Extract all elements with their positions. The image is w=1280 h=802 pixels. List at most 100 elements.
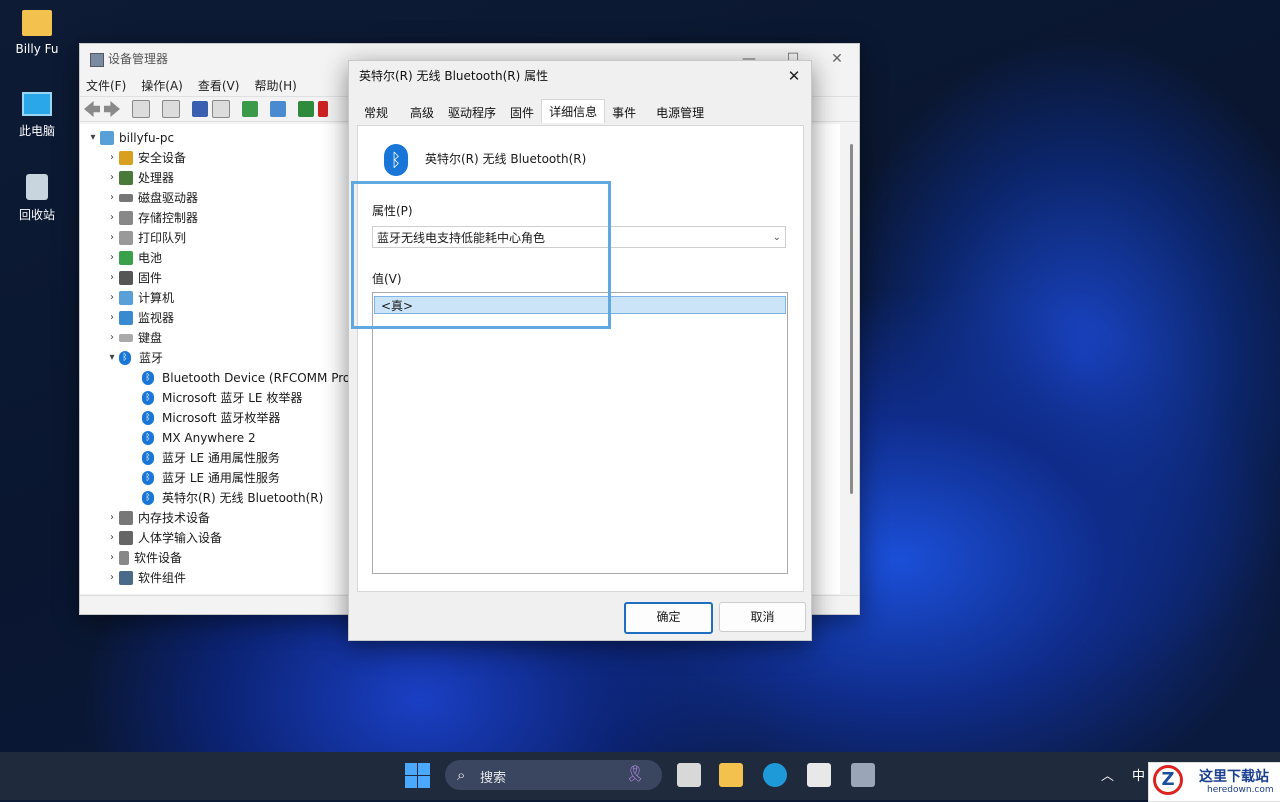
processor-icon (119, 171, 133, 185)
help-icon[interactable] (192, 101, 208, 117)
bluetooth-icon: ᛒ (142, 471, 154, 485)
chevron-right-icon[interactable]: › (105, 228, 119, 248)
tree-category[interactable]: › 软件组件 (105, 568, 186, 588)
tree-device-label: Microsoft 蓝牙 LE 枚举器 (162, 391, 303, 405)
start-windows-icon[interactable] (405, 763, 430, 788)
chevron-right-icon[interactable]: › (105, 188, 119, 208)
recycle-bin-icon (26, 174, 48, 200)
chevron-right-icon[interactable]: › (105, 248, 119, 268)
tree-category[interactable]: › 打印队列 (105, 228, 186, 248)
tree-category[interactable]: › 内存技术设备 (105, 508, 210, 528)
tree-device[interactable]: ᛒ 英特尔(R) 无线 Bluetooth(R) (142, 488, 323, 508)
device-manager-taskbar-icon[interactable] (851, 763, 875, 787)
desktop-icon-label: 回收站 (18, 208, 55, 222)
printer-icon (119, 231, 133, 245)
tree-category[interactable]: › 人体学输入设备 (105, 528, 222, 548)
tab-general[interactable]: 常规 (357, 101, 395, 123)
tree-device-label: 英特尔(R) 无线 Bluetooth(R) (162, 491, 324, 505)
ime-indicator[interactable]: 中 (1132, 765, 1145, 784)
chevron-right-icon[interactable]: › (105, 528, 119, 548)
tree-category[interactable]: › 计算机 (105, 288, 174, 308)
chevron-right-icon[interactable]: › (105, 168, 119, 188)
desktop-icon-user-folder[interactable]: Billy Fu (6, 10, 68, 56)
tree-category[interactable]: › 安全设备 (105, 148, 186, 168)
tab-details[interactable]: 详细信息 (541, 99, 606, 123)
tree-category-label: 蓝牙 (139, 351, 164, 365)
watermark: Z 这里下载站 heredown.com (1148, 762, 1280, 802)
tab-power-management[interactable]: 电源管理 (649, 101, 711, 123)
bluetooth-icon: ᛒ (384, 144, 408, 176)
tree-category[interactable]: › 电池 (105, 248, 162, 268)
uninstall-device-icon[interactable] (318, 101, 328, 117)
chevron-up-icon[interactable]: ︿ (1101, 765, 1114, 784)
tree-device[interactable]: ᛒ Microsoft 蓝牙 LE 枚举器 (142, 388, 302, 408)
monitor-icon (22, 92, 52, 116)
cancel-button[interactable]: 取消 (719, 602, 806, 632)
computer-icon (119, 291, 133, 305)
chevron-right-icon[interactable]: › (105, 208, 119, 228)
enable-device-icon[interactable] (298, 101, 314, 117)
tree-category[interactable]: › 监视器 (105, 308, 174, 328)
menu-help[interactable]: 帮助(H) (254, 77, 296, 94)
details-icon[interactable] (212, 100, 230, 118)
tree-device[interactable]: ᛒ MX Anywhere 2 (142, 428, 256, 448)
tree-device[interactable]: ᛒ 蓝牙 LE 通用属性服务 (142, 468, 280, 488)
tree-category[interactable]: › 软件设备 (105, 548, 182, 568)
tree-device[interactable]: ᛒ Microsoft 蓝牙枚举器 (142, 408, 280, 428)
tree-root[interactable]: ▾ billyfu-pc (86, 128, 174, 148)
microsoft-store-icon[interactable] (807, 763, 831, 787)
tree-category-label: 内存技术设备 (138, 511, 211, 525)
chevron-right-icon[interactable]: › (105, 508, 119, 528)
folder-icon (22, 10, 52, 36)
desktop-icon-this-pc[interactable]: 此电脑 (6, 92, 68, 139)
vertical-scrollbar[interactable] (850, 144, 853, 494)
tab-events[interactable]: 事件 (605, 101, 643, 123)
tree-category-bluetooth[interactable]: ▾ ᛒ 蓝牙 (105, 348, 163, 368)
tree-category[interactable]: › 键盘 (105, 328, 162, 348)
update-driver-icon[interactable] (242, 101, 258, 117)
hid-icon (119, 531, 133, 545)
menu-view[interactable]: 查看(V) (198, 77, 240, 94)
chevron-right-icon[interactable]: › (105, 568, 119, 588)
tree-category[interactable]: › 处理器 (105, 168, 174, 188)
forward-arrow-icon[interactable] (104, 101, 120, 117)
menu-action[interactable]: 操作(A) (141, 77, 183, 94)
bluetooth-icon: ᛒ (142, 491, 154, 505)
tree-category[interactable]: › 存储控制器 (105, 208, 198, 228)
tree-device[interactable]: ᛒ 蓝牙 LE 通用属性服务 (142, 448, 280, 468)
tab-advanced[interactable]: 高级 (403, 101, 441, 123)
chevron-right-icon[interactable]: › (105, 288, 119, 308)
chevron-down-icon[interactable]: ▾ (86, 128, 100, 148)
chevron-down-icon[interactable]: ▾ (105, 348, 119, 368)
value-list[interactable]: <真> (372, 292, 788, 574)
file-explorer-icon[interactable] (719, 763, 743, 787)
tree-category-label: 存储控制器 (138, 211, 199, 225)
close-button[interactable]: ✕ (815, 44, 859, 74)
chevron-right-icon[interactable]: › (105, 548, 119, 568)
window-title: 设备管理器 (108, 52, 169, 66)
dialog-title-bar[interactable]: 英特尔(R) 无线 Bluetooth(R) 属性 ✕ (349, 61, 811, 91)
close-icon[interactable]: ✕ (777, 61, 811, 91)
tree-category[interactable]: › 固件 (105, 268, 162, 288)
task-view-icon[interactable] (677, 763, 701, 787)
chevron-right-icon[interactable]: › (105, 328, 119, 348)
tree-device[interactable]: ᛒ Bluetooth Device (RFCOMM Pro (142, 368, 350, 388)
list-icon[interactable] (162, 100, 180, 118)
properties-dialog: 英特尔(R) 无线 Bluetooth(R) 属性 ✕ 常规 高级 驱动程序 固… (348, 60, 812, 641)
tree-category[interactable]: › 磁盘驱动器 (105, 188, 198, 208)
chevron-right-icon[interactable]: › (105, 148, 119, 168)
ribbon-icon: 🎗 (625, 764, 646, 783)
chevron-right-icon[interactable]: › (105, 308, 119, 328)
edge-browser-icon[interactable] (763, 763, 787, 787)
desktop-icon-recycle-bin[interactable]: 回收站 (6, 174, 68, 223)
back-arrow-icon[interactable] (84, 101, 100, 117)
tab-driver[interactable]: 驱动程序 (441, 101, 503, 123)
tab-firmware[interactable]: 固件 (503, 101, 541, 123)
taskbar-search-box[interactable]: ⌕ 搜索 🎗 (445, 760, 662, 790)
ok-button[interactable]: 确定 (624, 602, 713, 634)
scan-hardware-icon[interactable] (270, 101, 286, 117)
properties-icon[interactable] (132, 100, 150, 118)
menu-file[interactable]: 文件(F) (86, 77, 126, 94)
desktop-icon-label: 此电脑 (18, 124, 55, 138)
chevron-right-icon[interactable]: › (105, 268, 119, 288)
